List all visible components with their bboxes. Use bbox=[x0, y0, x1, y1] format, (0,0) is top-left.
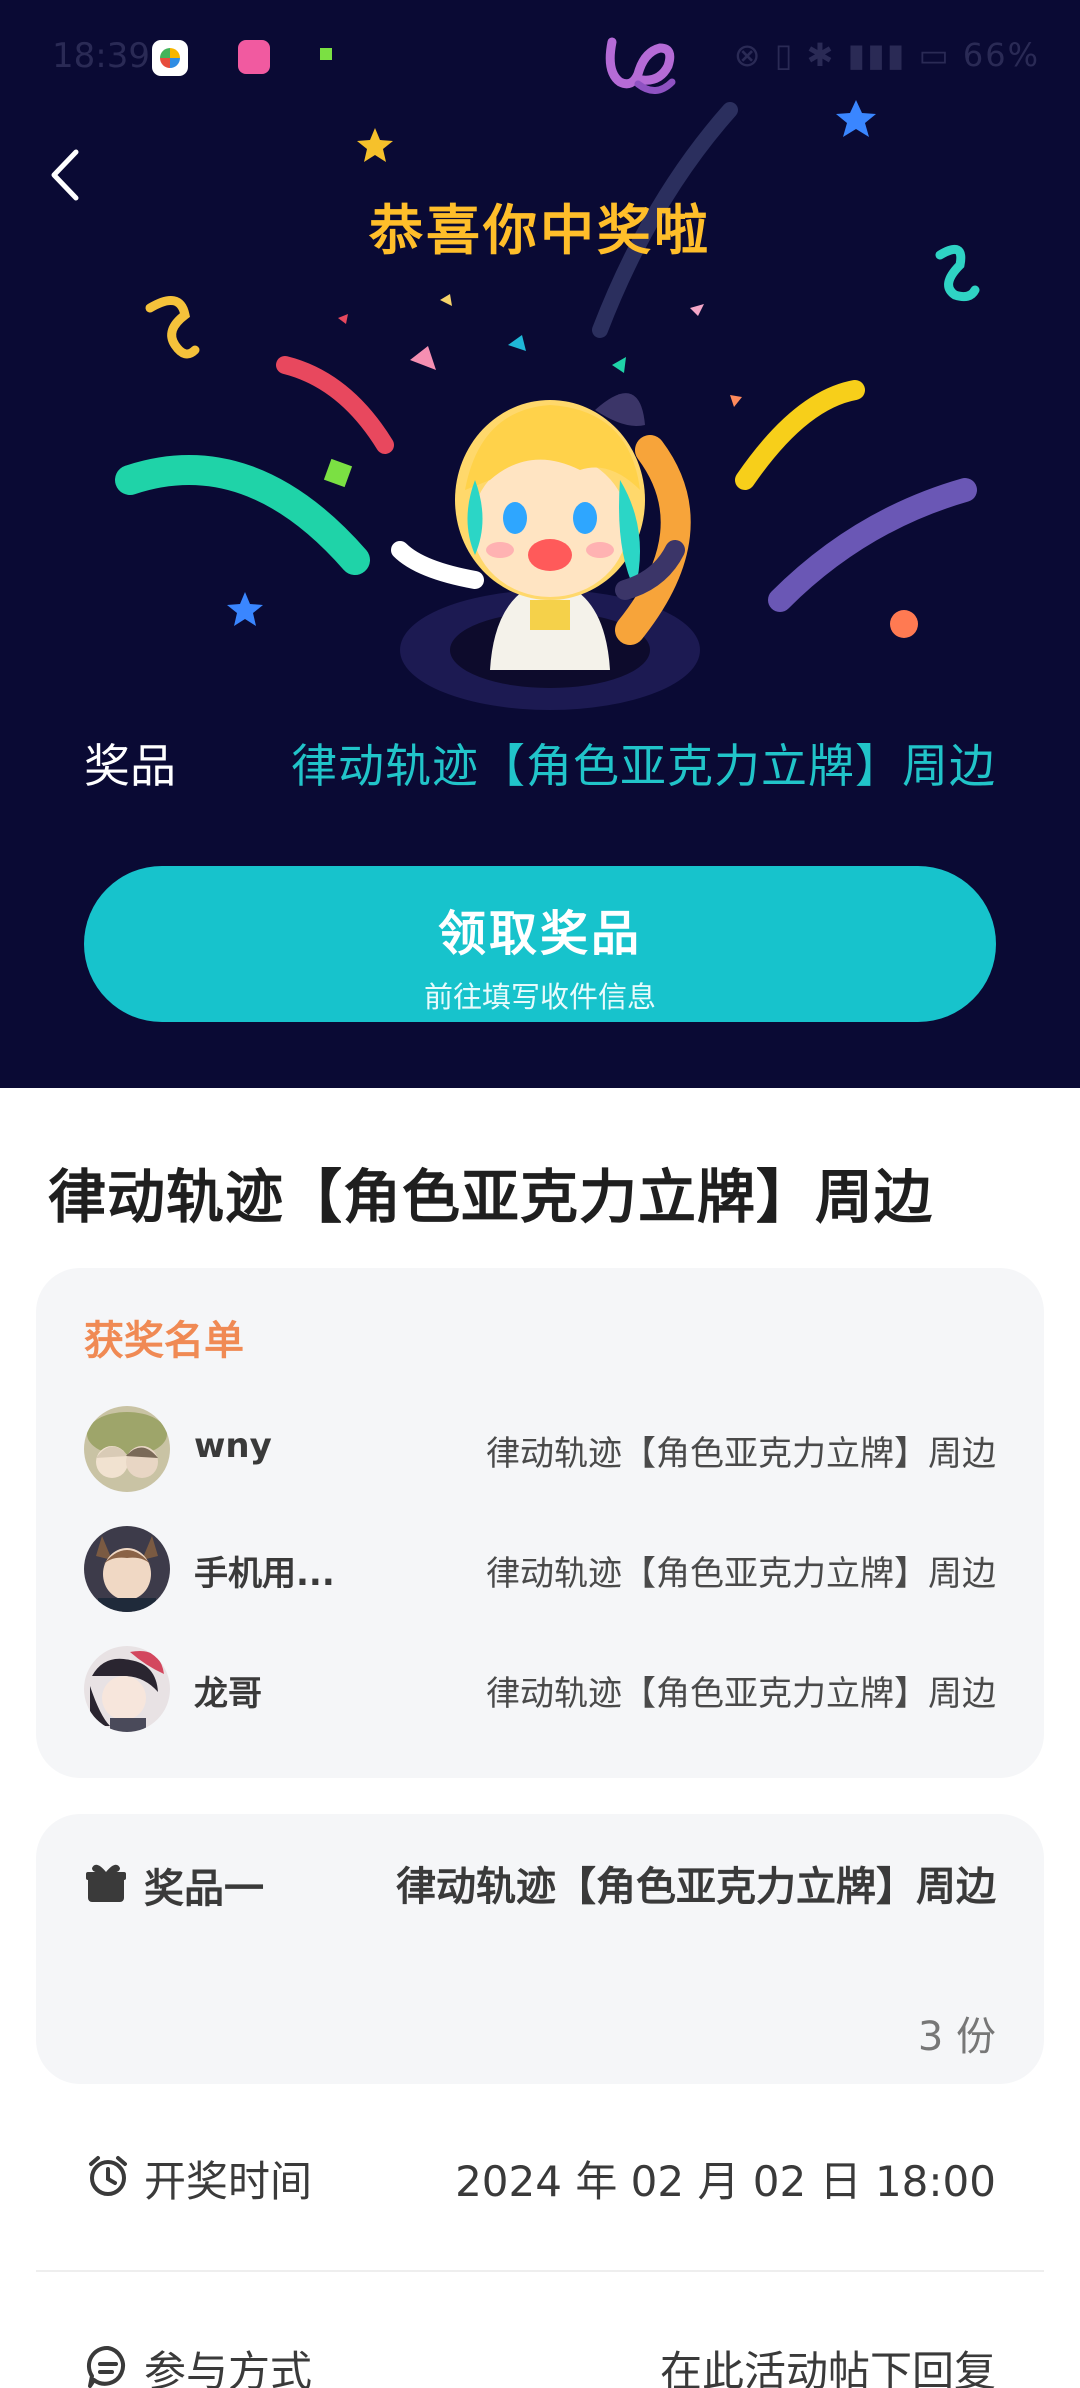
alarm-clock-icon bbox=[89, 2156, 127, 2196]
draw-time-value: 2024 年 02 月 02 日 18:00 bbox=[455, 2157, 996, 2206]
winner-prize: 律动轨迹【角色亚克力立牌】周边 bbox=[486, 1554, 996, 1594]
brand-logo bbox=[605, 37, 676, 94]
winners-heading: 获奖名单 bbox=[84, 1318, 244, 1364]
winner-prize: 律动轨迹【角色亚克力立牌】周边 bbox=[486, 1674, 996, 1714]
gift-icon bbox=[86, 1864, 126, 1902]
prize-name: 律动轨迹【角色亚克力立牌】周边 bbox=[291, 739, 996, 793]
prize-label: 奖品 bbox=[84, 739, 176, 793]
divider bbox=[36, 2270, 1044, 2272]
participation-value: 在此活动帖下回复 bbox=[659, 2347, 996, 2388]
participation-row: 参与方式 在此活动帖下回复 bbox=[36, 2304, 1044, 2388]
avatar[interactable] bbox=[84, 1526, 170, 1612]
prize-detail-card: 奖品一 律动轨迹【角色亚克力立牌】周边 3 份 bbox=[36, 1814, 1044, 2084]
prize-tier-name: 律动轨迹【角色亚克力立牌】周边 bbox=[396, 1864, 996, 1910]
draw-time-label: 开奖时间 bbox=[144, 2157, 313, 2206]
participation-label: 参与方式 bbox=[144, 2347, 313, 2388]
page-title: 律动轨迹【角色亚克力立牌】周边 bbox=[48, 1163, 934, 1231]
claim-prize-button[interactable]: 领取奖品 前往填写收件信息 bbox=[84, 866, 996, 1022]
winner-name: 龙哥 bbox=[194, 1674, 262, 1714]
winner-row[interactable]: 手机用... 律动轨迹【角色亚克力立牌】周边 bbox=[84, 1526, 996, 1612]
chat-bubble-icon bbox=[86, 2345, 125, 2388]
hero-banner: 18:39 ⊗ ▯ ✱ ▮▮▮ ▭ 66% 恭喜你中奖啦 奖品 律动轨迹【角色亚… bbox=[0, 0, 1080, 1088]
winner-row[interactable]: 龙哥 律动轨迹【角色亚克力立牌】周边 bbox=[84, 1646, 996, 1732]
draw-time-row: 开奖时间 2024 年 02 月 02 日 18:00 bbox=[36, 2114, 1044, 2234]
claim-button-title: 领取奖品 bbox=[437, 906, 642, 962]
winners-card: 获奖名单 wny 律动轨迹【角色亚克力立牌】周边 手机用... 律动轨迹【角色亚… bbox=[36, 1268, 1044, 1778]
winner-name: wny bbox=[194, 1426, 272, 1466]
avatar[interactable] bbox=[84, 1406, 170, 1492]
winner-row[interactable]: wny 律动轨迹【角色亚克力立牌】周边 bbox=[84, 1406, 996, 1492]
claim-button-subtitle: 前往填写收件信息 bbox=[423, 980, 656, 1014]
winner-prize: 律动轨迹【角色亚克力立牌】周边 bbox=[486, 1434, 996, 1474]
winner-name: 手机用... bbox=[194, 1554, 335, 1594]
mascot-illustration bbox=[391, 393, 700, 710]
prize-tier-label: 奖品一 bbox=[144, 1866, 264, 1912]
congrats-title: 恭喜你中奖啦 bbox=[369, 199, 711, 262]
avatar[interactable] bbox=[84, 1646, 170, 1732]
prize-quantity: 3 份 bbox=[917, 2014, 996, 2060]
